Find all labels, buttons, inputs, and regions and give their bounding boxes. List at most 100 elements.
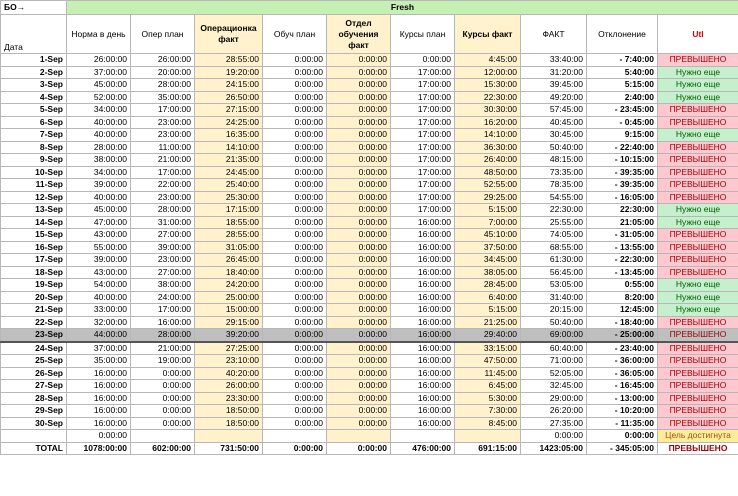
kursy-fact-cell[interactable]: 21:25:00 — [454, 315, 521, 329]
kursy-plan-cell[interactable]: 16:00:00 — [390, 228, 455, 242]
oper-plan-cell[interactable]: 28:00:00 — [130, 328, 195, 343]
kursy-plan-cell[interactable]: 17:00:00 — [390, 140, 455, 154]
oper-fact-cell[interactable]: 29:15:00 — [194, 315, 263, 329]
obuch-plan-cell[interactable]: 0:00:00 — [262, 65, 327, 79]
status-cell[interactable]: Нужно еще — [657, 303, 738, 317]
kursy-fact-cell[interactable]: 29:40:00 — [454, 328, 521, 343]
oper-fact-cell[interactable]: 24:20:00 — [194, 278, 263, 292]
kursy-fact-cell[interactable]: 16:20:00 — [454, 115, 521, 129]
obuch-fact-cell[interactable]: 0:00:00 — [326, 391, 391, 405]
obuch-fact-cell[interactable]: 0:00:00 — [326, 153, 391, 167]
obuch-fact-cell[interactable] — [326, 429, 391, 443]
deviation-cell[interactable]: - 39:35:00 — [586, 165, 658, 179]
total-obuch-fact-cell[interactable]: 0:00:00 — [326, 441, 391, 455]
deviation-cell[interactable]: - 16:05:00 — [586, 190, 658, 204]
norma-cell[interactable]: 34:00:00 — [66, 103, 131, 117]
status-cell[interactable]: Нужно еще — [657, 65, 738, 79]
deviation-cell[interactable]: - 11:35:00 — [586, 416, 658, 430]
oper-plan-cell[interactable]: 23:00:00 — [130, 128, 195, 142]
date-cell[interactable]: 18-Sep — [0, 265, 67, 279]
kursy-fact-cell[interactable]: 5:15:00 — [454, 203, 521, 217]
kursy-fact-cell[interactable]: 7:00:00 — [454, 215, 521, 229]
date-cell[interactable]: 17-Sep — [0, 253, 67, 267]
norma-cell[interactable]: 34:00:00 — [66, 165, 131, 179]
oper-fact-cell[interactable]: 24:15:00 — [194, 78, 263, 92]
total-obuch-plan-cell[interactable]: 0:00:00 — [262, 441, 327, 455]
deviation-cell[interactable]: 22:30:00 — [586, 203, 658, 217]
norma-cell[interactable]: 16:00:00 — [66, 404, 131, 418]
deviation-cell[interactable]: 0:55:00 — [586, 278, 658, 292]
kursy-plan-cell[interactable]: 16:00:00 — [390, 253, 455, 267]
oper-plan-cell[interactable]: 0:00:00 — [130, 379, 195, 393]
status-cell[interactable]: Нужно еще — [657, 128, 738, 142]
date-cell[interactable]: 23-Sep — [0, 328, 67, 343]
oper-plan-cell[interactable]: 35:00:00 — [130, 90, 195, 104]
oper-plan-cell[interactable]: 0:00:00 — [130, 366, 195, 380]
date-cell[interactable]: 8-Sep — [0, 140, 67, 154]
header-obuch-fact[interactable]: Отдел обучения факт — [326, 14, 391, 54]
date-cell[interactable]: 22-Sep — [0, 315, 67, 329]
obuch-plan-cell[interactable]: 0:00:00 — [262, 165, 327, 179]
date-cell[interactable]: 15-Sep — [0, 228, 67, 242]
kursy-fact-cell[interactable]: 45:10:00 — [454, 228, 521, 242]
fact-cell[interactable]: 69:00:00 — [520, 328, 587, 343]
oper-fact-cell[interactable]: 24:25:00 — [194, 115, 263, 129]
obuch-fact-cell[interactable]: 0:00:00 — [326, 128, 391, 142]
deviation-cell[interactable]: 0:00:00 — [586, 429, 658, 443]
date-cell[interactable]: 19-Sep — [0, 278, 67, 292]
header-deviation[interactable]: Отклонение — [586, 14, 658, 54]
status-cell[interactable]: ПРЕВЫШЕНО — [657, 190, 738, 204]
obuch-fact-cell[interactable]: 0:00:00 — [326, 416, 391, 430]
kursy-plan-cell[interactable]: 16:00:00 — [390, 416, 455, 430]
norma-cell[interactable]: 54:00:00 — [66, 278, 131, 292]
kursy-plan-cell[interactable]: 16:00:00 — [390, 290, 455, 304]
oper-fact-cell[interactable]: 26:50:00 — [194, 90, 263, 104]
oper-plan-cell[interactable]: 27:00:00 — [130, 265, 195, 279]
obuch-fact-cell[interactable]: 0:00:00 — [326, 354, 391, 368]
fact-cell[interactable]: 39:45:00 — [520, 78, 587, 92]
date-cell[interactable]: 11-Sep — [0, 178, 67, 192]
oper-plan-cell[interactable]: 20:00:00 — [130, 65, 195, 79]
oper-plan-cell[interactable]: 23:00:00 — [130, 253, 195, 267]
fact-cell[interactable]: 52:05:00 — [520, 366, 587, 380]
kursy-plan-cell[interactable]: 17:00:00 — [390, 190, 455, 204]
header-oper-fact[interactable]: Операционка факт — [194, 14, 263, 54]
obuch-plan-cell[interactable]: 0:00:00 — [262, 103, 327, 117]
kursy-fact-cell[interactable]: 6:45:00 — [454, 379, 521, 393]
fact-cell[interactable]: 53:05:00 — [520, 278, 587, 292]
obuch-fact-cell[interactable]: 0:00:00 — [326, 303, 391, 317]
kursy-fact-cell[interactable]: 30:30:00 — [454, 103, 521, 117]
oper-fact-cell[interactable]: 28:55:00 — [194, 228, 263, 242]
oper-fact-cell[interactable]: 25:40:00 — [194, 178, 263, 192]
oper-plan-cell[interactable]: 23:00:00 — [130, 115, 195, 129]
kursy-plan-cell[interactable]: 16:00:00 — [390, 328, 455, 343]
oper-plan-cell[interactable]: 0:00:00 — [130, 416, 195, 430]
obuch-plan-cell[interactable]: 0:00:00 — [262, 178, 327, 192]
obuch-fact-cell[interactable]: 0:00:00 — [326, 190, 391, 204]
kursy-fact-cell[interactable]: 52:55:00 — [454, 178, 521, 192]
oper-plan-cell[interactable]: 0:00:00 — [130, 391, 195, 405]
status-cell[interactable]: ПРЕВЫШЕНО — [657, 391, 738, 405]
oper-plan-cell[interactable]: 39:00:00 — [130, 240, 195, 254]
kursy-fact-cell[interactable]: 26:40:00 — [454, 153, 521, 167]
total-norma-cell[interactable]: 1078:00:00 — [66, 441, 131, 455]
oper-plan-cell[interactable]: 19:00:00 — [130, 354, 195, 368]
kursy-plan-cell[interactable]: 16:00:00 — [390, 278, 455, 292]
kursy-plan-cell[interactable]: 17:00:00 — [390, 153, 455, 167]
fact-cell[interactable]: 30:45:00 — [520, 128, 587, 142]
norma-cell[interactable]: 40:00:00 — [66, 115, 131, 129]
kursy-plan-cell[interactable] — [390, 429, 455, 443]
fact-cell[interactable]: 78:35:00 — [520, 178, 587, 192]
deviation-cell[interactable]: - 39:35:00 — [586, 178, 658, 192]
deviation-cell[interactable]: 9:15:00 — [586, 128, 658, 142]
obuch-plan-cell[interactable]: 0:00:00 — [262, 366, 327, 380]
obuch-fact-cell[interactable]: 0:00:00 — [326, 115, 391, 129]
obuch-plan-cell[interactable]: 0:00:00 — [262, 115, 327, 129]
oper-plan-cell[interactable]: 17:00:00 — [130, 103, 195, 117]
obuch-plan-cell[interactable]: 0:00:00 — [262, 190, 327, 204]
oper-fact-cell[interactable]: 17:15:00 — [194, 203, 263, 217]
fact-cell[interactable]: 54:55:00 — [520, 190, 587, 204]
deviation-cell[interactable]: - 7:40:00 — [586, 53, 658, 67]
date-cell[interactable]: 21-Sep — [0, 303, 67, 317]
status-cell[interactable]: ПРЕВЫШЕНО — [657, 103, 738, 117]
